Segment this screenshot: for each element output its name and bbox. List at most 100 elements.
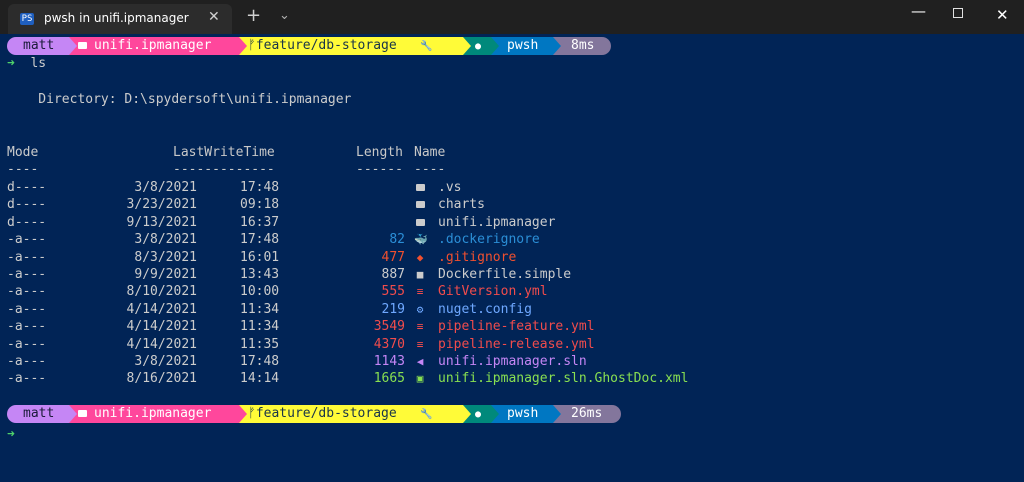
directory-label: Directory: D:\spydersoft\unifi.ipmanager [7, 92, 352, 107]
close-window-button[interactable]: ✕ [996, 6, 1009, 24]
prompt-duration: 8ms [571, 38, 595, 53]
branch-icon: ᚠ [248, 38, 256, 53]
cell-time: 17:48 [240, 232, 280, 248]
cell-time: 16:01 [240, 249, 280, 265]
folder-icon [414, 179, 426, 196]
cell-mode: -a--- [7, 232, 47, 248]
xml-icon: ▣ [416, 372, 424, 386]
cell-name: unifi.ipmanager.sln.GhostDoc.xml [438, 371, 689, 387]
cell-mode: -a--- [7, 354, 47, 369]
docker-icon: 🐳 [414, 233, 428, 247]
cell-mode: -a--- [7, 284, 47, 300]
cell-date: 3/8/2021 [134, 180, 197, 195]
prompt-dir-segment: unifi.ipmanager [69, 405, 247, 423]
cell-length: 3549 [373, 319, 405, 335]
cell-name: pipeline-release.yml [438, 336, 595, 352]
cell-name: unifi.ipmanager.sln [438, 354, 587, 369]
segment-separator [239, 37, 247, 55]
cell-date: 3/8/2021 [134, 232, 197, 248]
segment-separator [239, 405, 247, 423]
prompt-dir: unifi.ipmanager [94, 38, 212, 53]
prompt-shell-segment: pwsh [491, 405, 559, 423]
gear-icon: ⚙ [416, 302, 424, 316]
prompt-user-segment: matt [7, 37, 77, 55]
segment-separator [463, 405, 471, 423]
tab-close-icon[interactable]: ✕ [208, 9, 220, 25]
prompt-time-segment: 26ms [553, 405, 621, 423]
cell-length: 219 [381, 301, 405, 317]
cell-date: 9/13/2021 [126, 214, 197, 230]
cell-date: 8/16/2021 [126, 371, 197, 387]
new-tab-button[interactable]: + [246, 5, 261, 26]
segment-separator [553, 405, 561, 423]
cell-length: 1143 [373, 354, 405, 369]
cell-date: 3/23/2021 [126, 197, 197, 213]
command-line: ➜ ls [7, 55, 46, 72]
command-text: ls [30, 56, 47, 71]
prompt-shell: pwsh [507, 38, 539, 53]
folder-icon [78, 42, 87, 49]
folder-icon [414, 214, 426, 231]
cell-length: 887 [381, 267, 405, 282]
cell-date: 3/8/2021 [134, 354, 197, 369]
cell-mode: -a--- [7, 301, 47, 317]
folder-icon [78, 410, 87, 417]
prompt-shell: pwsh [507, 406, 539, 421]
prompt-duration: 26ms [571, 406, 603, 421]
cell-name: Dockerfile.simple [438, 267, 572, 282]
cell-name: charts [438, 197, 485, 213]
tab-title: pwsh in unifi.ipmanager [44, 11, 189, 25]
header-mode: Mode [7, 145, 39, 160]
yaml-icon: ≡ [416, 320, 424, 334]
tab-pwsh[interactable]: PS pwsh in unifi.ipmanager ✕ [8, 4, 232, 34]
cell-length: 4370 [373, 336, 405, 352]
wrench-icon: 🔧 [420, 41, 433, 52]
dotnet-icon: ● [475, 41, 482, 52]
title-bar: PS pwsh in unifi.ipmanager ✕ + ⌄ — ✕ [0, 0, 1024, 34]
prompt-dir: unifi.ipmanager [94, 406, 212, 421]
cell-time: 11:34 [240, 301, 280, 317]
cell-mode: -a--- [7, 319, 47, 335]
segment-separator [69, 37, 77, 55]
underline-name: ---- [414, 162, 446, 177]
minimize-button[interactable]: — [911, 2, 926, 20]
cell-name: GitVersion.yml [438, 284, 548, 300]
cell-name: .vs [438, 180, 462, 195]
cell-name: nuget.config [438, 301, 532, 317]
underline-mode: ---- [7, 162, 39, 177]
prompt-arrow-icon: ➜ [7, 56, 15, 71]
segment-separator [553, 37, 561, 55]
yaml-icon: ≡ [416, 285, 424, 299]
powershell-icon: PS [20, 13, 34, 25]
prompt-user-segment: matt [7, 405, 77, 423]
prompt-user: matt [23, 406, 55, 421]
folder-icon [414, 196, 426, 213]
cell-date: 8/3/2021 [134, 249, 197, 265]
branch-icon: ᚠ [248, 406, 256, 421]
cell-length: 1665 [373, 371, 405, 387]
cell-name: .gitignore [438, 249, 517, 265]
input-line[interactable]: ➜ [7, 426, 15, 443]
prompt-branch: feature/db-storage [255, 406, 397, 421]
segment-separator [491, 405, 499, 423]
header-name: Name [414, 145, 446, 160]
chevron-down-icon[interactable]: ⌄ [279, 8, 290, 23]
prompt-git-segment: ᚠfeature/db-storage 🔧 [239, 37, 471, 55]
cell-mode: -a--- [7, 371, 47, 387]
file-icon: ■ [416, 268, 424, 281]
segment-separator [491, 37, 499, 55]
prompt-user: matt [23, 38, 55, 53]
cell-time: 11:35 [240, 336, 280, 352]
cell-time: 11:34 [240, 319, 280, 335]
cell-name: unifi.ipmanager [438, 214, 556, 230]
header-lastwritetime: LastWriteTime [173, 145, 275, 160]
cell-date: 4/14/2021 [126, 336, 197, 352]
header-length: Length [356, 145, 403, 160]
table-header: Mode LastWriteTime Length Name [7, 144, 445, 161]
prompt-time-segment: 8ms [553, 37, 611, 55]
cell-length: 82 [389, 232, 405, 248]
segment-separator [463, 37, 471, 55]
wrench-icon: 🔧 [420, 409, 433, 420]
underline-length: ------ [356, 162, 403, 177]
maximize-button[interactable] [953, 8, 963, 18]
